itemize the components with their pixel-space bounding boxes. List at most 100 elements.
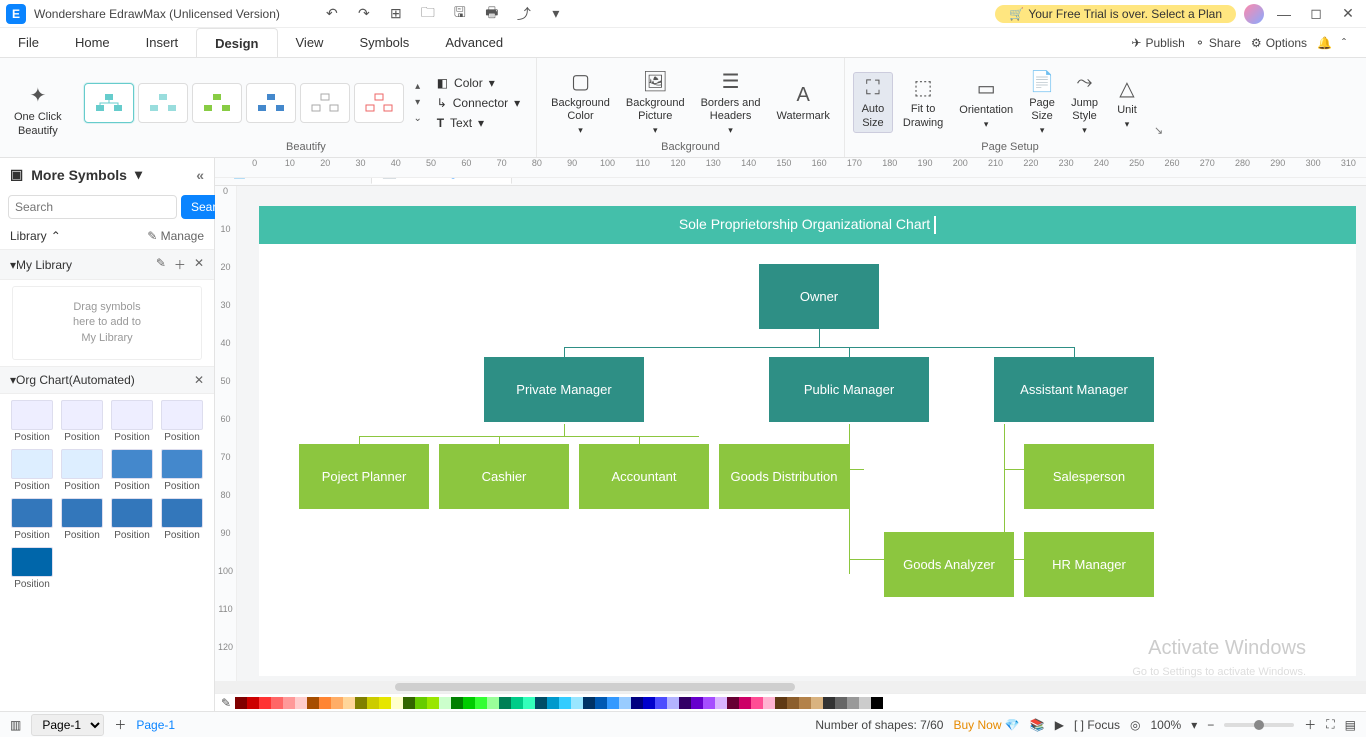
color-swatch[interactable] [655, 697, 667, 709]
color-swatch[interactable] [811, 697, 823, 709]
color-swatch[interactable] [727, 697, 739, 709]
library-label[interactable]: Library [10, 229, 47, 243]
color-swatch[interactable] [679, 697, 691, 709]
page-select[interactable]: Page-1 [31, 714, 104, 736]
add-page-button[interactable]: ＋ [114, 716, 126, 733]
shape-position-12[interactable]: Position [10, 547, 54, 590]
menu-design[interactable]: Design [196, 28, 277, 57]
more-icon[interactable]: ▾ [544, 2, 568, 26]
color-swatch[interactable] [439, 697, 451, 709]
color-swatch[interactable] [595, 697, 607, 709]
menu-symbols[interactable]: Symbols [341, 28, 427, 57]
color-swatch[interactable] [247, 697, 259, 709]
color-swatch[interactable] [571, 697, 583, 709]
color-swatch[interactable] [283, 697, 295, 709]
color-swatch[interactable] [763, 697, 775, 709]
color-swatch[interactable] [583, 697, 595, 709]
color-swatch[interactable] [847, 697, 859, 709]
menu-advanced[interactable]: Advanced [427, 28, 521, 57]
color-swatch[interactable] [415, 697, 427, 709]
theme-thumb-1[interactable] [84, 83, 134, 123]
chart-title[interactable]: Sole Proprietorship Organizational Chart [259, 206, 1356, 244]
theme-thumb-6[interactable] [354, 83, 404, 123]
shape-position-0[interactable]: Position [10, 400, 54, 443]
color-swatch[interactable] [619, 697, 631, 709]
minimize-icon[interactable]: — [1272, 2, 1296, 26]
node-goods-distribution[interactable]: Goods Distribution [719, 444, 849, 509]
connector-dropdown[interactable]: ↳ Connector ▾ [433, 94, 524, 112]
buy-now-link[interactable]: Buy Now 💎 [953, 718, 1019, 732]
color-swatch[interactable] [343, 697, 355, 709]
color-swatch[interactable] [715, 697, 727, 709]
orientation-button[interactable]: ▭Orientation▾ [953, 74, 1019, 132]
drop-area[interactable]: Drag symbols here to add to My Library [12, 286, 202, 360]
color-swatch[interactable] [295, 697, 307, 709]
color-swatch[interactable] [871, 697, 883, 709]
orgsection-close-icon[interactable]: ✕ [194, 373, 204, 387]
theme-thumb-5[interactable] [300, 83, 350, 123]
color-swatch[interactable] [475, 697, 487, 709]
fit-to-drawing-button[interactable]: ⬚Fit to Drawing [897, 73, 949, 131]
color-swatch[interactable] [487, 697, 499, 709]
node-owner[interactable]: Owner [759, 264, 879, 329]
maximize-icon[interactable]: ◻ [1304, 2, 1328, 26]
undo-icon[interactable]: ↶ [320, 2, 344, 26]
color-swatch[interactable] [463, 697, 475, 709]
menu-file[interactable]: File [0, 28, 57, 57]
manage-link[interactable]: ✎ Manage [147, 229, 204, 243]
color-swatch[interactable] [835, 697, 847, 709]
node-assistant-manager[interactable]: Assistant Manager [994, 357, 1154, 422]
zoom-slider[interactable] [1224, 723, 1294, 727]
background-picture-button[interactable]: 🖼Background Picture▾ [620, 67, 691, 138]
color-swatch[interactable] [547, 697, 559, 709]
node-hr-manager[interactable]: HR Manager [1024, 532, 1154, 597]
redo-icon[interactable]: ↷ [352, 2, 376, 26]
color-swatch[interactable] [355, 697, 367, 709]
one-click-beautify-button[interactable]: ✦ One Click Beautify [8, 81, 68, 139]
page-tab[interactable]: Page-1 [136, 718, 175, 732]
collapse-panel-icon[interactable]: « [196, 167, 204, 183]
shape-position-5[interactable]: Position [60, 449, 104, 492]
lib-edit-icon[interactable]: ✎ [156, 256, 166, 273]
color-swatch[interactable] [427, 697, 439, 709]
text-dropdown[interactable]: T Text ▾ [433, 114, 524, 132]
jump-style-button[interactable]: ⤳Jump Style▾ [1065, 67, 1104, 138]
auto-size-button[interactable]: ⛶Auto Size [853, 72, 893, 132]
fullscreen-icon[interactable]: ⛶ [1326, 717, 1334, 732]
fit-page-icon[interactable]: ◎ [1130, 718, 1140, 732]
canvas[interactable]: Sole Proprietorship Organizational Chart [237, 186, 1366, 681]
shape-position-9[interactable]: Position [60, 498, 104, 541]
zoom-in-button[interactable]: ＋ [1304, 716, 1316, 733]
page-size-button[interactable]: 📄Page Size▾ [1023, 67, 1061, 138]
color-swatch[interactable] [631, 697, 643, 709]
h-scrollbar[interactable] [215, 681, 1366, 693]
color-swatch[interactable] [667, 697, 679, 709]
theme-prev-icon[interactable]: ▴ [411, 80, 425, 94]
presentation-icon[interactable]: ▶ [1055, 718, 1064, 732]
pagesetup-expand-icon[interactable]: ↘ [1150, 124, 1167, 141]
shape-position-4[interactable]: Position [10, 449, 54, 492]
theme-more-icon[interactable]: ⌄ [411, 112, 425, 126]
export-icon[interactable]: ⤴ [512, 2, 536, 26]
background-color-button[interactable]: ▢Background Color▾ [545, 67, 616, 138]
color-swatch[interactable] [787, 697, 799, 709]
menu-insert[interactable]: Insert [128, 28, 197, 57]
collapse-ribbon-icon[interactable]: ˆ [1342, 36, 1346, 50]
shape-position-10[interactable]: Position [110, 498, 154, 541]
org-chart-section[interactable]: Org Chart(Automated) [16, 373, 135, 387]
print-icon[interactable]: 🖶 [480, 2, 504, 26]
color-swatch[interactable] [235, 697, 247, 709]
color-swatch[interactable] [739, 697, 751, 709]
node-project-planner[interactable]: Poject Planner [299, 444, 429, 509]
color-swatch[interactable] [511, 697, 523, 709]
my-library-section[interactable]: My Library [16, 258, 72, 272]
close-icon[interactable]: ✕ [1336, 2, 1360, 26]
color-swatch[interactable] [331, 697, 343, 709]
eyedropper-icon[interactable]: ✎ [221, 696, 231, 710]
zoom-out-button[interactable]: − [1207, 718, 1214, 732]
unit-button[interactable]: △Unit▾ [1108, 74, 1146, 132]
color-swatch[interactable] [523, 697, 535, 709]
menu-home[interactable]: Home [57, 28, 128, 57]
share-link[interactable]: ⚬ Share [1195, 36, 1241, 50]
color-swatch[interactable] [607, 697, 619, 709]
